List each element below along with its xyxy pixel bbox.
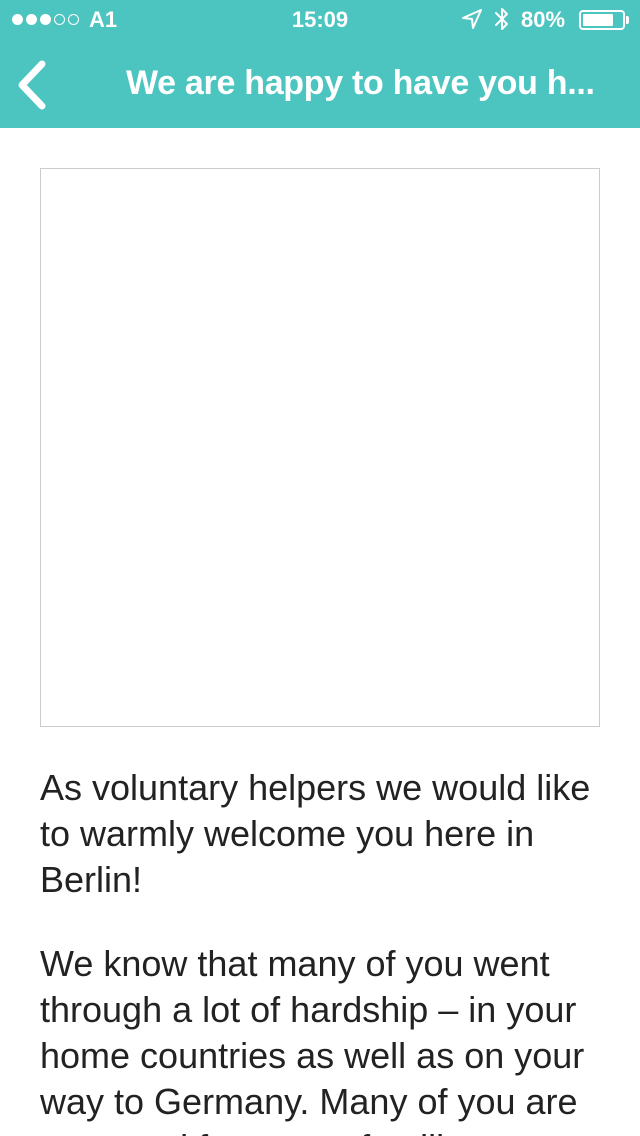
back-button[interactable] xyxy=(10,58,60,112)
status-bar: A1 15:09 80% xyxy=(0,0,640,40)
article-content[interactable]: As voluntary helpers we would like to wa… xyxy=(0,128,640,1136)
bluetooth-icon xyxy=(495,8,508,30)
article-image-placeholder xyxy=(40,168,600,727)
article-paragraph: As voluntary helpers we would like to wa… xyxy=(40,767,591,900)
page-title: We are happy to have you h... xyxy=(126,64,595,102)
app-screen: A1 15:09 80% We are happy to have you h.… xyxy=(0,0,640,1136)
article-paragraph: We know that many of you went through a … xyxy=(40,943,585,1136)
location-arrow-icon xyxy=(462,9,482,29)
battery-level-fill xyxy=(583,14,614,26)
battery-cap xyxy=(626,16,629,24)
chevron-left-icon xyxy=(18,60,46,110)
top-bar: A1 15:09 80% We are happy to have you h.… xyxy=(0,0,640,128)
battery-percentage: 80% xyxy=(521,7,566,32)
battery-icon xyxy=(579,10,625,30)
